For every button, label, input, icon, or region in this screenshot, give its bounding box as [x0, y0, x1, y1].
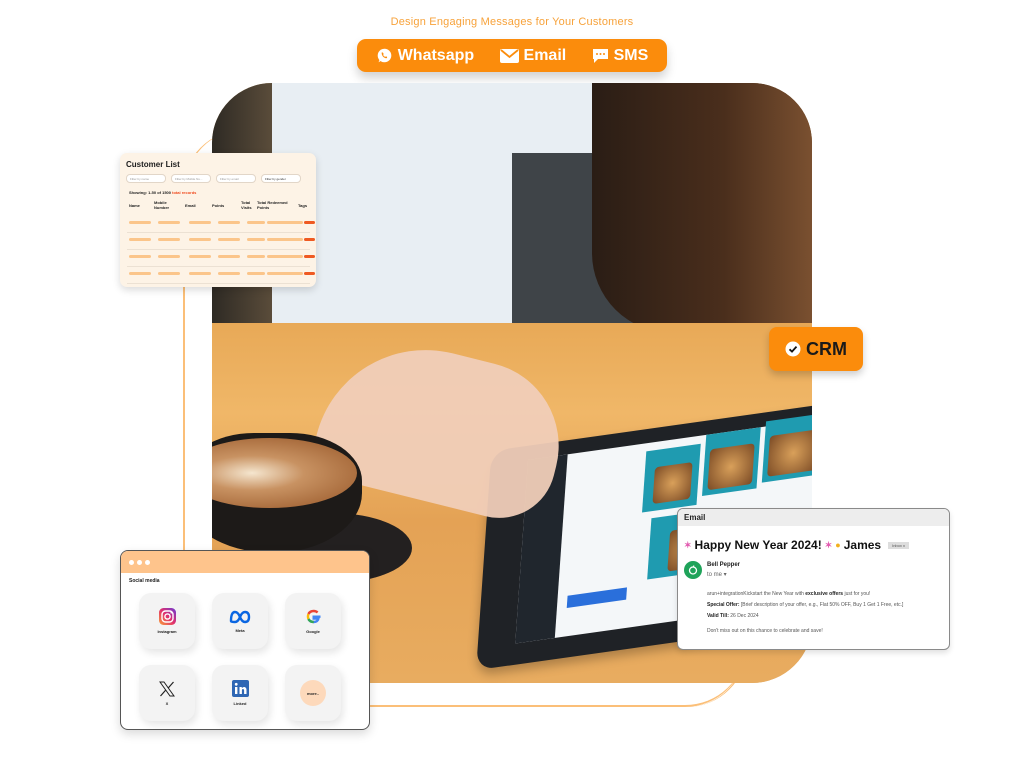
channel-label: SMS	[613, 46, 649, 64]
filter-gender-select[interactable]: Filter by gender	[261, 174, 301, 183]
social-tile-instagram[interactable]: Instagram	[139, 593, 195, 649]
cell-placeholder	[158, 221, 180, 224]
cell-placeholder	[267, 255, 303, 258]
channel-selector: Whatsapp Email SMS	[357, 39, 667, 72]
tag-placeholder	[304, 272, 315, 275]
col-points: Points	[212, 203, 225, 208]
cell-placeholder	[189, 255, 211, 258]
linkedin-icon	[231, 680, 249, 697]
cell-placeholder	[247, 238, 265, 241]
meta-icon	[229, 610, 251, 623]
social-media-card: Social media Instagram Meta Google X Lin…	[120, 550, 370, 730]
instagram-icon	[158, 608, 176, 625]
social-media-title: Social media	[129, 578, 160, 584]
table-row[interactable]	[127, 232, 315, 250]
table-row[interactable]	[127, 249, 315, 267]
email-preview-window: Email ✶ Happy New Year 2024! ✶ ● James In…	[677, 508, 950, 650]
cell-placeholder	[218, 238, 240, 241]
cell-placeholder	[129, 238, 151, 241]
cell-placeholder	[158, 238, 180, 241]
email-body: arun+integrationKickstart the New Year w…	[707, 591, 904, 634]
col-mobile: Mobile Number	[154, 200, 170, 210]
check-circle-icon	[785, 341, 801, 357]
party-popper-icon: ✶	[824, 539, 833, 550]
social-tile-linkedin[interactable]: Linked	[212, 665, 268, 721]
tag-placeholder	[304, 221, 315, 224]
col-redeemed: Total Redeemed Points	[257, 200, 288, 210]
record-count: Showing: 1-50 of 1500 total records	[129, 190, 197, 195]
cell-placeholder	[158, 255, 180, 258]
col-visits: Total Visits	[241, 200, 252, 210]
channel-sms[interactable]: SMS	[592, 46, 649, 65]
customer-list-card: Customer List Filter by name Filter by M…	[120, 153, 316, 287]
channel-email[interactable]: Email	[499, 46, 567, 65]
crm-label: CRM	[806, 338, 847, 359]
inbox-label-chip[interactable]: Inbox x	[888, 541, 909, 549]
col-email: Email	[185, 203, 196, 208]
cell-placeholder	[189, 238, 211, 241]
window-titlebar	[121, 551, 369, 573]
recipient-dropdown[interactable]: to me ▾	[707, 571, 727, 578]
cell-placeholder	[267, 221, 303, 224]
filter-mobile-input[interactable]: Filter by Mobile Nu...	[171, 174, 211, 183]
sender-avatar	[684, 561, 702, 579]
party-popper-icon: ✶	[684, 539, 692, 550]
google-icon	[306, 609, 320, 624]
table-row[interactable]	[127, 215, 315, 233]
email-window-title: Email	[678, 509, 949, 526]
customer-list-title: Customer List	[126, 160, 180, 169]
cell-placeholder	[129, 272, 151, 275]
tag-placeholder	[304, 255, 315, 258]
col-tags: Tags	[298, 203, 308, 208]
cell-placeholder	[218, 255, 240, 258]
more-icon: more..	[300, 680, 326, 706]
crm-badge: CRM	[769, 327, 863, 371]
col-name: Name	[129, 203, 140, 208]
cell-placeholder	[267, 238, 303, 241]
cell-placeholder	[247, 272, 265, 275]
channel-label: Whatsapp	[397, 46, 475, 64]
sender-name: Bell Pepper	[707, 562, 741, 568]
filter-name-input[interactable]: Filter by name	[126, 174, 166, 183]
cell-placeholder	[129, 255, 151, 258]
social-tile-meta[interactable]: Meta	[212, 593, 268, 649]
bell-pepper-icon	[688, 565, 698, 575]
cell-placeholder	[158, 272, 180, 275]
tagline: Design Engaging Messages for Your Custom…	[390, 16, 634, 28]
confetti-icon: ●	[835, 540, 841, 550]
whatsapp-icon	[377, 48, 391, 63]
channel-label: Email	[523, 46, 567, 64]
social-tile-more[interactable]: more..	[285, 665, 341, 721]
social-tile-google[interactable]: Google	[285, 593, 341, 649]
tag-placeholder	[304, 238, 315, 241]
cell-placeholder	[267, 272, 303, 275]
cell-placeholder	[218, 272, 240, 275]
filter-email-input[interactable]: Filter by email	[216, 174, 256, 183]
x-icon	[159, 681, 175, 696]
cell-placeholder	[247, 221, 265, 224]
email-subject: ✶ Happy New Year 2024! ✶ ● James Inbox x	[684, 538, 909, 552]
cell-placeholder	[189, 272, 211, 275]
chat-bubble-icon	[592, 48, 608, 63]
cell-placeholder	[129, 221, 151, 224]
envelope-icon	[499, 48, 519, 63]
table-row[interactable]	[127, 266, 315, 284]
cell-placeholder	[189, 221, 211, 224]
social-tile-x[interactable]: X	[139, 665, 195, 721]
channel-whatsapp[interactable]: Whatsapp	[376, 47, 474, 65]
cell-placeholder	[247, 255, 265, 258]
cell-placeholder	[218, 221, 240, 224]
